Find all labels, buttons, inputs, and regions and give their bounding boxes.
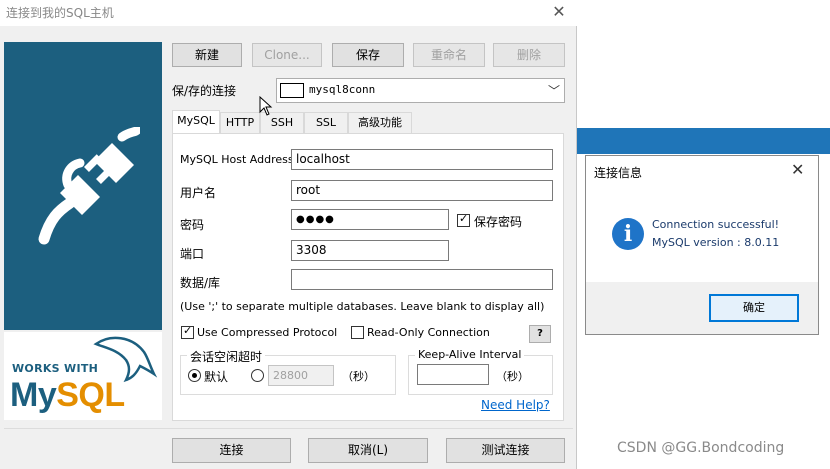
tab-http[interactable]: HTTP xyxy=(220,112,260,133)
works-with-mysql-logo: WORKS WITH MySQL xyxy=(4,332,162,420)
host-input[interactable]: localhost xyxy=(291,149,553,170)
info-dialog-footer: 确定 xyxy=(586,282,818,334)
save-password-checkbox[interactable]: ✓ xyxy=(457,212,470,227)
info-message-line2: MySQL version : 8.0.11 xyxy=(652,236,780,249)
keep-alive-title: Keep-Alive Interval xyxy=(415,348,525,361)
chevron-down-icon: ﹀ xyxy=(547,84,560,98)
ok-button[interactable]: 确定 xyxy=(709,294,799,322)
read-only-label: Read-Only Connection xyxy=(367,326,490,339)
database-input[interactable] xyxy=(291,269,553,290)
cancel-button[interactable]: 取消(L) xyxy=(308,438,428,463)
info-icon: i xyxy=(612,218,644,250)
footer-divider xyxy=(4,428,573,429)
info-dialog-title: 连接信息 xyxy=(594,166,643,180)
new-button[interactable]: 新建 xyxy=(172,43,242,67)
plug-banner xyxy=(4,42,162,330)
plug-icon xyxy=(38,127,140,245)
saved-connection-select[interactable]: mysql8conn ﹀ xyxy=(276,78,565,103)
clone-button[interactable]: Clone... xyxy=(252,43,322,67)
watermark-text: CSDN @GG.Bondcoding xyxy=(617,440,785,456)
username-label: 用户名 xyxy=(180,186,217,200)
delete-button[interactable]: 删除 xyxy=(493,43,565,67)
timeout-default-radio[interactable] xyxy=(188,369,201,382)
title-bar: 连接到我的SQL主机 ✕ xyxy=(0,0,577,26)
saved-connection-value: mysql8conn xyxy=(309,83,376,96)
save-button[interactable]: 保存 xyxy=(332,43,404,67)
keep-alive-unit: （秒） xyxy=(496,370,529,383)
timeout-default-label: 默认 xyxy=(204,370,229,384)
tab-advanced[interactable]: 高级功能 xyxy=(348,112,412,133)
connect-button[interactable]: 连接 xyxy=(172,438,291,463)
need-help-link[interactable]: Need Help? xyxy=(481,398,550,412)
database-label: 数据/库 xyxy=(180,276,221,290)
saved-connection-label: 保/存的连接 xyxy=(172,84,237,98)
password-label: 密码 xyxy=(180,218,205,232)
connection-color-swatch xyxy=(280,83,304,98)
port-input[interactable]: 3308 xyxy=(291,240,449,261)
username-input[interactable]: root xyxy=(291,180,553,201)
port-label: 端口 xyxy=(180,247,205,261)
background-window-strip xyxy=(577,128,830,154)
database-hint: (Use ';' to separate multiple databases.… xyxy=(180,300,545,313)
tab-mysql[interactable]: MySQL xyxy=(172,110,220,133)
connection-dialog: 连接到我的SQL主机 ✕ WORKS WITH MySQL 新建 Clone..… xyxy=(0,0,577,469)
password-input[interactable]: ●●●● xyxy=(291,209,449,230)
save-password-label: 保存密码 xyxy=(474,215,523,229)
read-only-checkbox[interactable] xyxy=(351,326,364,339)
timeout-input[interactable]: 28800 xyxy=(268,365,334,386)
window-title: 连接到我的SQL主机 xyxy=(6,6,114,20)
timeout-custom-radio[interactable] xyxy=(251,369,264,382)
tab-ssl[interactable]: SSL xyxy=(304,112,348,133)
mouse-cursor-icon xyxy=(259,96,273,116)
connection-info-dialog: 连接信息 ✕ i Connection successful! MySQL ve… xyxy=(585,155,819,335)
close-icon[interactable]: ✕ xyxy=(791,160,804,179)
session-timeout-title: 会话空闲超时 xyxy=(187,348,266,365)
help-button[interactable]: ? xyxy=(529,325,551,343)
host-label: MySQL Host Address xyxy=(180,153,294,166)
works-with-text: WORKS WITH xyxy=(12,362,99,375)
keep-alive-input[interactable] xyxy=(417,364,489,385)
info-message-line1: Connection successful! xyxy=(652,218,780,231)
compressed-protocol-checkbox[interactable]: ✓ xyxy=(181,324,194,339)
dolphin-icon xyxy=(93,336,158,383)
test-connection-button[interactable]: 测试连接 xyxy=(446,438,565,463)
close-icon[interactable]: ✕ xyxy=(549,1,569,23)
timeout-unit: （秒） xyxy=(342,370,375,383)
compressed-protocol-label: Use Compressed Protocol xyxy=(197,326,338,339)
rename-button[interactable]: 重命名 xyxy=(413,43,485,67)
